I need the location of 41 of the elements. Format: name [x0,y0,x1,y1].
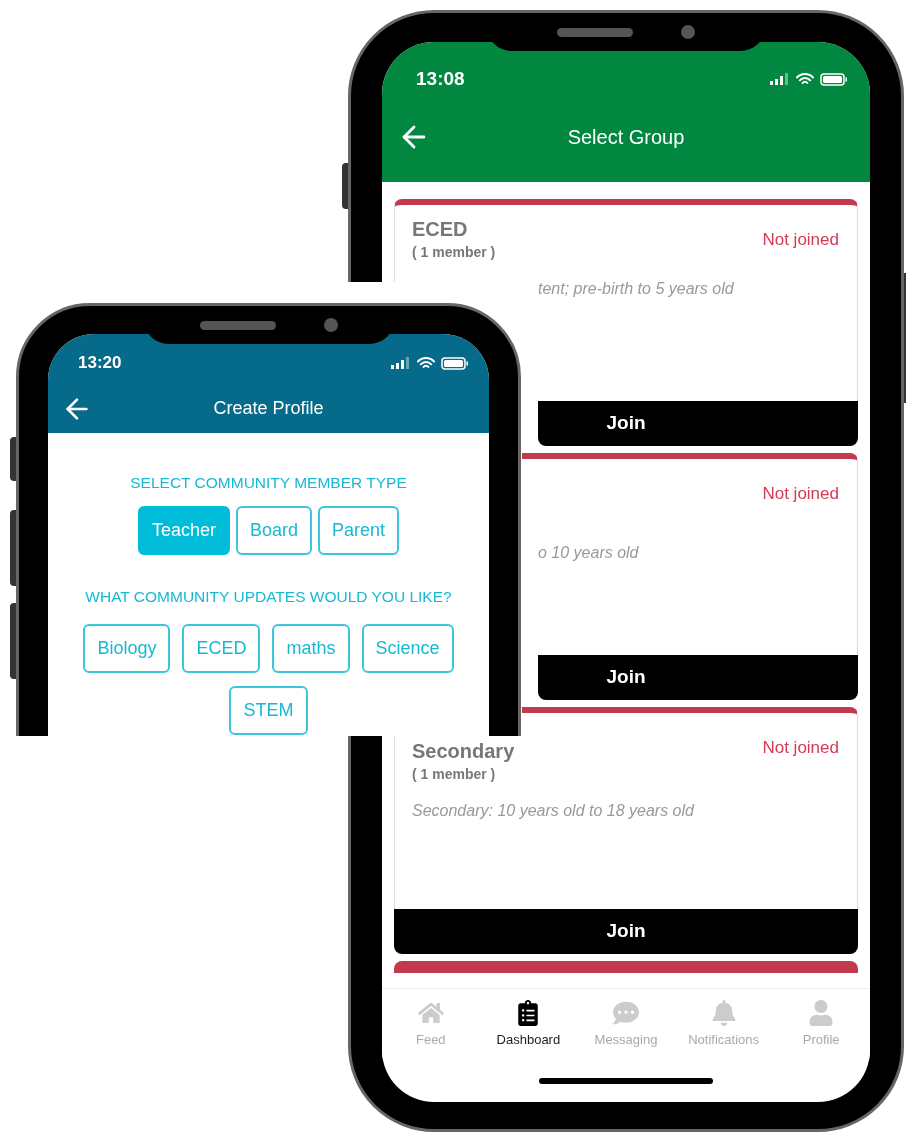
wifi-icon [417,356,435,370]
join-status: Not joined [762,483,839,505]
tab-item[interactable]: Dashboard [479,989,578,1060]
option-chip[interactable]: Biology [83,623,171,673]
signal-icon [391,357,411,369]
tab-item[interactable]: Feed [382,989,480,1060]
signal-icon [770,73,790,85]
option-chip[interactable]: Board [235,506,312,556]
section-heading: SELECT COMMUNITY MEMBER TYPE [130,473,407,493]
option-chip[interactable]: Science [361,623,454,673]
member-count: ( 1 member ) [412,243,496,262]
tab-item[interactable]: Profile [772,989,870,1060]
group-description: tent; pre-birth to 5 years old [538,279,734,299]
wifi-icon [796,72,814,86]
battery-icon [441,356,469,370]
status-time: 13:20 [78,352,122,375]
option-chip[interactable]: ECED [182,623,261,673]
option-chip[interactable]: maths [272,623,350,673]
bell-icon [710,999,737,1026]
tab-item[interactable]: Messaging [577,989,675,1060]
chat-bubble-icon [613,999,639,1026]
option-chip[interactable]: STEM [229,685,308,735]
person-icon [808,999,835,1026]
section-heading: WHAT COMMUNITY UPDATES WOULD YOU LIKE? [85,587,452,608]
option-chip[interactable]: Parent [318,506,400,556]
join-button[interactable]: Join [538,401,858,446]
group-description: Secondary: 10 years old to 18 years old [412,801,694,821]
option-chip[interactable]: Teacher [137,506,230,556]
join-button[interactable]: Join [394,909,858,954]
group-description: o 10 years old [538,543,639,563]
battery-icon [820,72,848,86]
group-title: ECED [412,217,468,242]
group-title: Secondary [412,739,515,764]
tab-item[interactable]: Notifications [674,989,773,1060]
screen-title: Create Profile [213,397,324,420]
member-count: ( 1 member ) [412,765,496,784]
join-status: Not joined [762,737,839,759]
join-button[interactable]: Join [538,655,858,700]
screen-title: Select Group [567,125,685,150]
join-status: Not joined [762,229,839,251]
status-time: 13:08 [416,66,465,91]
